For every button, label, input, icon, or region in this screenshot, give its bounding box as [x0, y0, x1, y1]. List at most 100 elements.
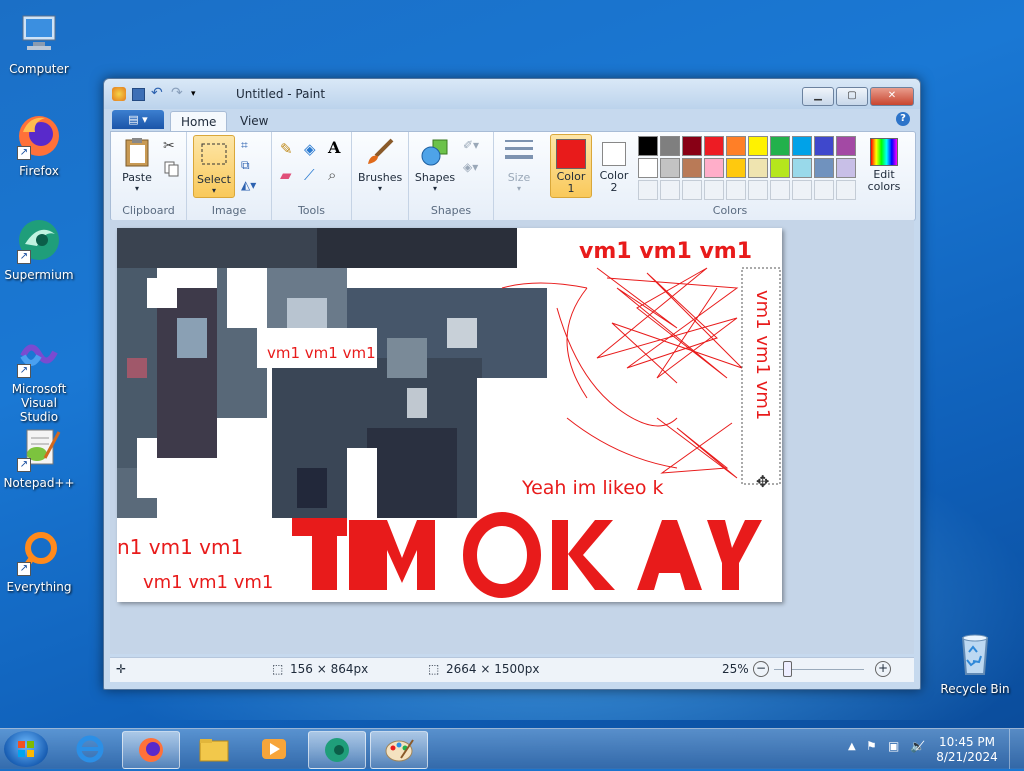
- customize-toolbar-icon[interactable]: ▾: [191, 87, 205, 101]
- crop-icon[interactable]: ⌗: [241, 138, 259, 156]
- paste-button[interactable]: Paste ▾: [117, 136, 157, 193]
- palette-swatch[interactable]: [792, 136, 812, 156]
- zoom-out-button[interactable]: −: [753, 661, 769, 677]
- palette-swatch[interactable]: [660, 158, 680, 178]
- fill-icon[interactable]: ◈▾: [463, 160, 481, 178]
- resize-icon[interactable]: ⧉: [241, 158, 259, 176]
- palette-swatch[interactable]: [814, 158, 834, 178]
- palette-swatch[interactable]: [770, 136, 790, 156]
- copy-icon[interactable]: [163, 160, 181, 178]
- palette-swatch[interactable]: [638, 136, 658, 156]
- network-icon[interactable]: ▣: [888, 739, 899, 753]
- text-tool-icon[interactable]: A: [328, 138, 346, 157]
- palette-swatch[interactable]: [704, 158, 724, 178]
- palette-swatch[interactable]: [792, 158, 812, 178]
- palette-swatch[interactable]: [726, 136, 746, 156]
- canvas-workspace[interactable]: vm1 vm1 vm1 vm1 vm1 vm1 vm1 vm1 vm1 Yeah…: [110, 220, 914, 654]
- tab-view[interactable]: View: [230, 111, 278, 131]
- clock-date: 8/21/2024: [936, 750, 998, 764]
- palette-swatch-empty[interactable]: [770, 180, 790, 200]
- taskbar-supermium[interactable]: [308, 731, 366, 769]
- minimize-button[interactable]: ▁: [802, 87, 834, 106]
- eraser-icon[interactable]: ▰: [280, 166, 298, 184]
- palette-swatch-empty[interactable]: [726, 180, 746, 200]
- drawing-canvas[interactable]: vm1 vm1 vm1 vm1 vm1 vm1 vm1 vm1 vm1 Yeah…: [117, 228, 782, 602]
- desktop-icon-supermium[interactable]: ↗ Supermium: [1, 216, 77, 282]
- paint-menu-button[interactable]: ▤ ▾: [112, 110, 164, 129]
- palette-swatch[interactable]: [770, 158, 790, 178]
- rotate-icon[interactable]: ◭▾: [241, 178, 259, 196]
- pencil-icon[interactable]: ✎: [280, 140, 298, 158]
- palette-swatch[interactable]: [726, 158, 746, 178]
- save-icon[interactable]: [132, 87, 145, 101]
- taskbar-paint[interactable]: [370, 731, 428, 769]
- palette-swatch[interactable]: [682, 158, 702, 178]
- palette-swatch[interactable]: [704, 136, 724, 156]
- palette-swatch[interactable]: [836, 136, 856, 156]
- color1-button[interactable]: Color 1: [550, 134, 592, 198]
- undo-icon[interactable]: ↶: [151, 86, 165, 101]
- selection-size-icon: ⬚: [272, 662, 284, 676]
- action-center-flag-icon[interactable]: ⚑: [866, 739, 877, 753]
- shortcut-arrow-icon: ↗: [17, 250, 31, 264]
- show-desktop-button[interactable]: [1009, 729, 1024, 769]
- brushes-button[interactable]: Brushes ▾: [358, 136, 402, 193]
- select-button[interactable]: Select ▾: [193, 135, 235, 198]
- brushes-group: Brushes ▾: [352, 132, 409, 220]
- magnifier-icon[interactable]: ⌕: [328, 166, 346, 184]
- palette-swatch-empty[interactable]: [836, 180, 856, 200]
- palette-swatch[interactable]: [814, 136, 834, 156]
- palette-swatch[interactable]: [638, 158, 658, 178]
- outline-icon[interactable]: ✐▾: [463, 138, 481, 156]
- palette-swatch[interactable]: [660, 136, 680, 156]
- palette-swatch-empty[interactable]: [748, 180, 768, 200]
- taskbar-firefox[interactable]: [122, 731, 180, 769]
- palette-swatch-empty[interactable]: [704, 180, 724, 200]
- palette-swatch-empty[interactable]: [660, 180, 680, 200]
- taskbar-explorer[interactable]: [186, 731, 242, 767]
- palette-swatch[interactable]: [748, 136, 768, 156]
- fill-bucket-icon[interactable]: ◈: [304, 140, 322, 158]
- volume-muted-icon[interactable]: 🔈̸: [910, 739, 925, 753]
- color2-button[interactable]: Color 2: [594, 135, 634, 194]
- clock[interactable]: 10:45 PM 8/21/2024: [932, 735, 1002, 765]
- desktop-icon-everything[interactable]: ↗ Everything: [1, 528, 77, 594]
- size-button[interactable]: Size ▾: [502, 136, 536, 193]
- tab-home[interactable]: Home: [170, 111, 228, 132]
- palette-swatch-empty[interactable]: [682, 180, 702, 200]
- help-icon[interactable]: ?: [896, 112, 910, 126]
- glitched-image-blocks: [117, 228, 782, 518]
- taskbar-internet-explorer[interactable]: [62, 731, 118, 767]
- desktop-icon-recycle-bin[interactable]: Recycle Bin: [937, 630, 1013, 696]
- group-label: Colors: [712, 204, 748, 217]
- paint-app-icon[interactable]: [112, 87, 126, 101]
- zoom-slider-thumb[interactable]: [783, 661, 792, 677]
- show-hidden-icons-button[interactable]: ▲: [848, 741, 856, 752]
- start-button[interactable]: [4, 731, 48, 767]
- desktop-icon-firefox[interactable]: ↗ Firefox: [1, 112, 77, 178]
- clock-time: 10:45 PM: [939, 735, 995, 749]
- paint-window: ↶ ↷ ▾ Untitled - Paint ▁ ▢ ✕ ▤ ▾ Home Vi…: [103, 78, 921, 690]
- cut-icon[interactable]: ✂: [163, 138, 181, 156]
- close-button[interactable]: ✕: [870, 87, 914, 106]
- taskbar-media-player[interactable]: [246, 731, 302, 767]
- shapes-button[interactable]: Shapes ▾: [413, 136, 457, 193]
- zoom-in-button[interactable]: +: [875, 661, 891, 677]
- palette-swatch-empty[interactable]: [814, 180, 834, 200]
- color-picker-icon[interactable]: ⟋: [304, 166, 322, 184]
- maximize-button[interactable]: ▢: [836, 87, 868, 106]
- color-wheel-icon: [870, 138, 898, 166]
- canvas-text-top: vm1 vm1 vm1: [579, 239, 752, 264]
- title-bar[interactable]: ↶ ↷ ▾ Untitled - Paint ▁ ▢ ✕: [104, 79, 920, 109]
- palette-swatch[interactable]: [682, 136, 702, 156]
- palette-swatch-empty[interactable]: [638, 180, 658, 200]
- palette-swatch-empty[interactable]: [792, 180, 812, 200]
- palette-swatch[interactable]: [836, 158, 856, 178]
- edit-colors-button[interactable]: Edit colors: [862, 136, 906, 193]
- desktop-icon-notepadpp[interactable]: ↗ Notepad++: [1, 424, 77, 490]
- desktop-icon-visual-studio[interactable]: ↗ Microsoft Visual Studio: [1, 330, 77, 424]
- paste-icon: [121, 136, 153, 168]
- palette-swatch[interactable]: [748, 158, 768, 178]
- desktop-icon-computer[interactable]: Computer: [1, 10, 77, 76]
- redo-icon[interactable]: ↷: [171, 86, 185, 101]
